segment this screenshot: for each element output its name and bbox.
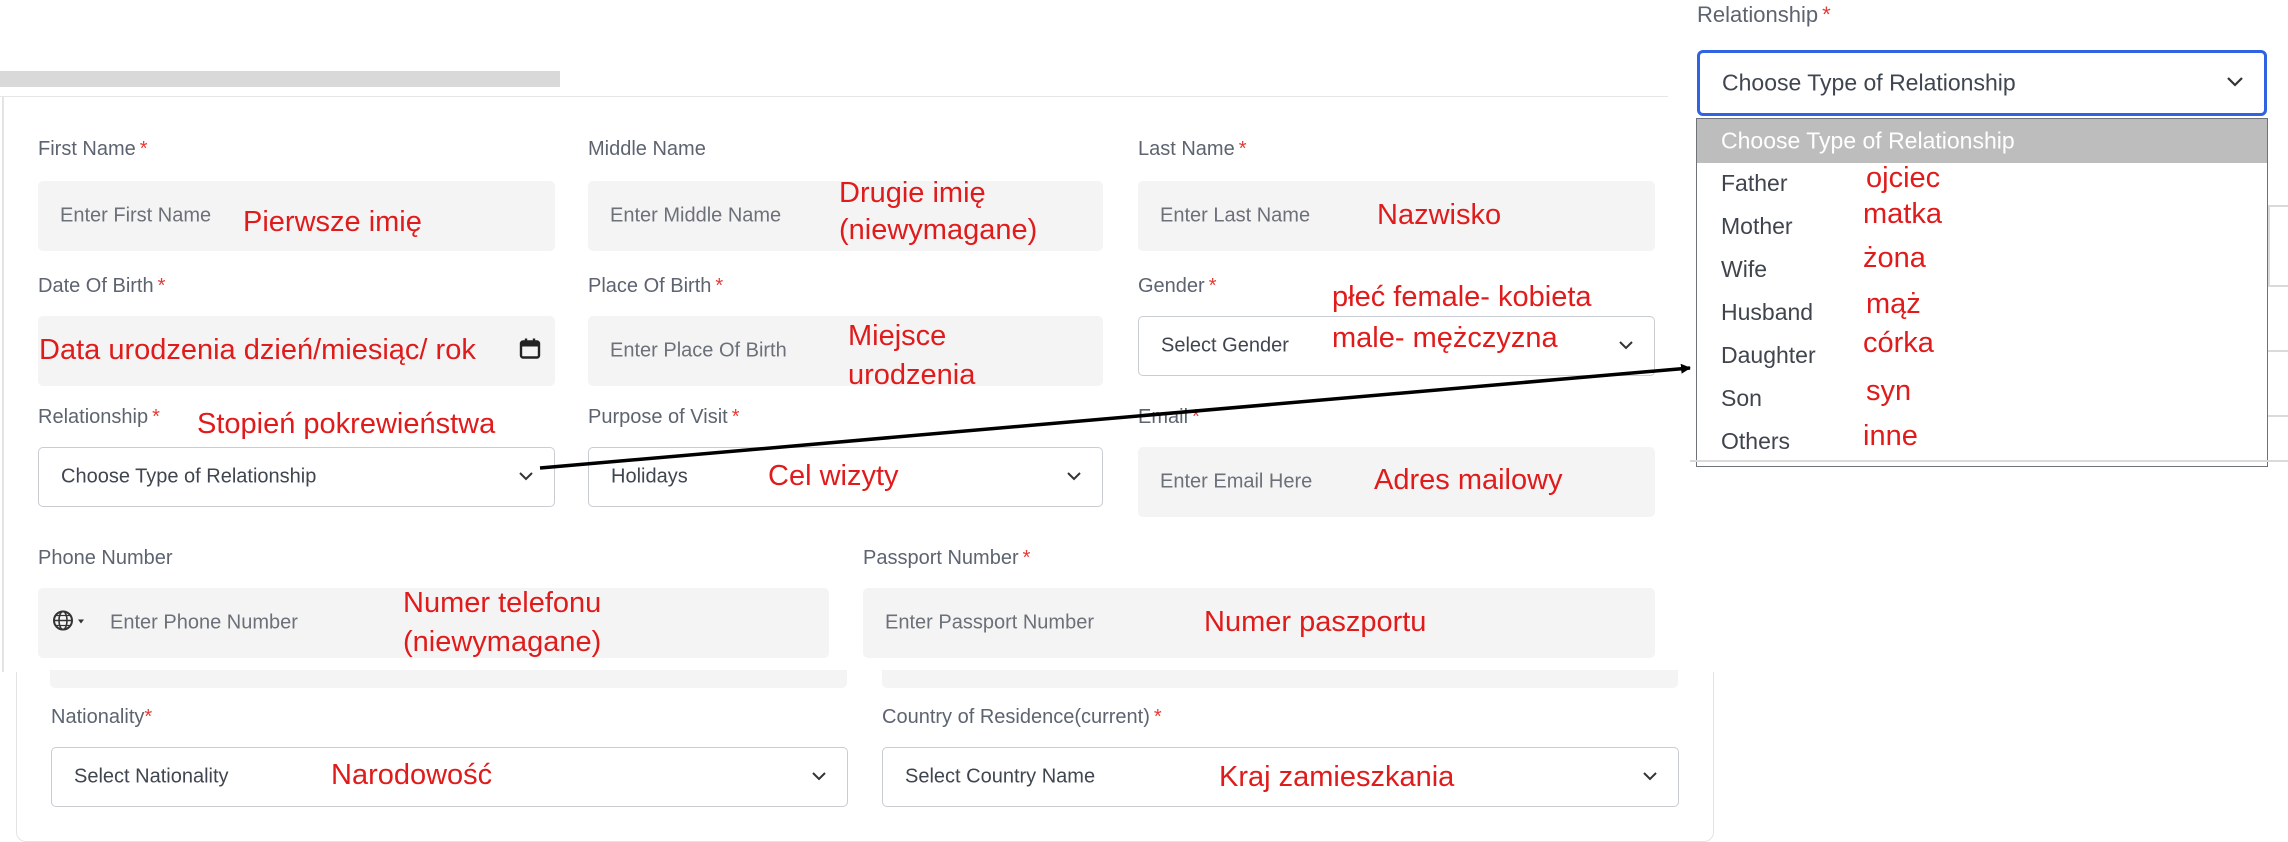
annotation-arrow (539, 363, 1691, 470)
